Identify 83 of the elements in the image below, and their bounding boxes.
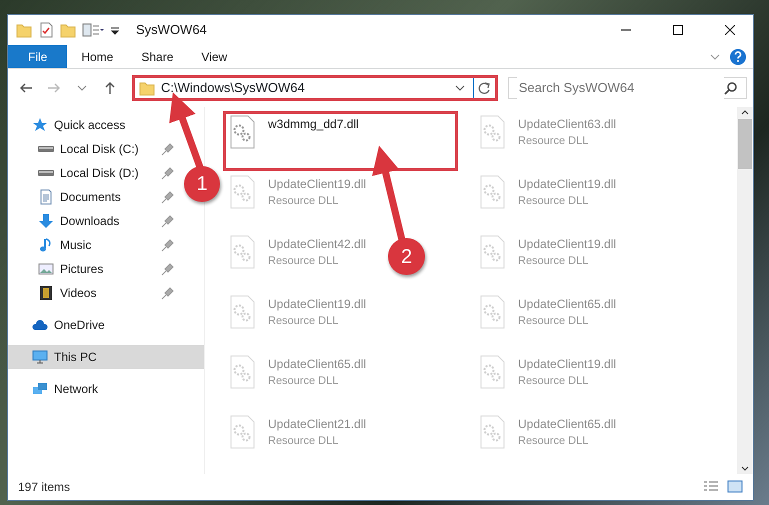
ribbon-tab[interactable]: File [8,45,68,68]
drive-icon [38,170,54,176]
file-type: Resource DLL [518,434,590,449]
file-name: w3dmmg_dd7.dll [268,116,359,133]
file-name: UpdateClient65.dll [518,296,616,313]
file-name: UpdateClient19.dll [518,236,616,253]
sidebar-item[interactable]: OneDrive [8,313,204,337]
search-icon [724,81,738,95]
dll-file-icon [229,355,256,389]
sidebar-item[interactable]: Local Disk (C:) [8,137,182,161]
pin-icon [160,165,176,181]
pin-icon [160,285,176,301]
computer-icon [32,349,48,365]
sidebar-item[interactable]: Documents [8,185,182,209]
drive-icon [38,146,54,152]
file-name: UpdateClient19.dll [518,176,616,193]
file-type: Resource DLL [268,194,340,209]
search-field[interactable]: Search SysWOW64 [508,77,747,99]
document-icon [38,189,54,205]
file-name: UpdateClient21.dll [268,416,366,433]
dll-file-icon [479,115,506,149]
sidebar-item[interactable]: Videos [8,281,182,305]
file-type: Resource DLL [518,314,590,329]
picture-icon [38,261,54,277]
file-type: Resource DLL [268,254,340,269]
dll-file-icon [479,355,506,389]
scrollbar[interactable] [737,107,753,474]
dll-file-icon [229,175,256,209]
large-icons-view-icon[interactable] [727,480,743,494]
sidebar-item[interactable]: Quick access [8,113,204,137]
pin-icon [160,141,176,157]
network-icon [32,381,48,397]
scroll-thumb[interactable] [738,119,752,169]
pin-icon [160,213,176,229]
dll-file-icon [229,415,256,449]
file-type: Resource DLL [518,194,590,209]
file-name: UpdateClient65.dll [268,356,366,373]
file-item[interactable]: w3dmmg_dd7.dll [223,111,458,171]
file-type: Resource DLL [518,134,590,149]
dll-file-icon [479,415,506,449]
cloud-icon [32,317,48,333]
file-name: UpdateClient42.dll [268,236,366,253]
file-name: UpdateClient19.dll [518,356,616,373]
sidebar-item[interactable]: Music [8,233,182,257]
dll-file-icon [229,295,256,329]
file-type: Resource DLL [518,254,590,269]
dll-file-icon [479,175,506,209]
download-arrow-icon [38,213,54,229]
item-count: 197 items [18,479,72,496]
star-icon [32,117,48,133]
ribbon-tab[interactable]: Share [127,45,188,68]
pin-icon [160,189,176,205]
ribbon-tab[interactable]: Home [67,45,128,68]
sidebar-item[interactable]: Downloads [8,209,182,233]
film-icon [38,285,54,301]
file-type: Resource DLL [268,374,340,389]
folder-icon [139,80,155,96]
file-name: UpdateClient65.dll [518,416,616,433]
dll-file-icon [479,295,506,329]
properties-icon[interactable] [82,22,104,38]
file-type: Resource DLL [518,374,590,389]
minimize-icon [621,29,631,31]
file-name: UpdateClient19.dll [268,296,366,313]
file-name: UpdateClient19.dll [268,176,366,193]
file-type: Resource DLL [268,314,340,329]
dll-file-icon [229,235,256,269]
dll-file-icon [479,235,506,269]
file-name: UpdateClient63.dll [518,116,616,133]
maximize-icon [673,25,683,35]
sidebar-item[interactable]: Network [8,377,204,401]
sidebar-item[interactable]: This PC [8,345,204,369]
close-icon [725,25,735,35]
pin-icon [160,237,176,253]
sidebar-item[interactable]: Pictures [8,257,182,281]
file-type: Resource DLL [268,434,340,449]
window-title: SysWOW64 [136,21,208,40]
pin-icon [160,261,176,277]
dll-file-icon [229,115,256,149]
ribbon-tab[interactable]: View [187,45,242,68]
address-path: C:\Windows\SysWOW64 [161,79,306,98]
sidebar-item[interactable]: Local Disk (D:) [8,161,182,185]
document-check-icon[interactable] [38,22,54,38]
address-bar[interactable]: C:\Windows\SysWOW64 [132,75,498,101]
